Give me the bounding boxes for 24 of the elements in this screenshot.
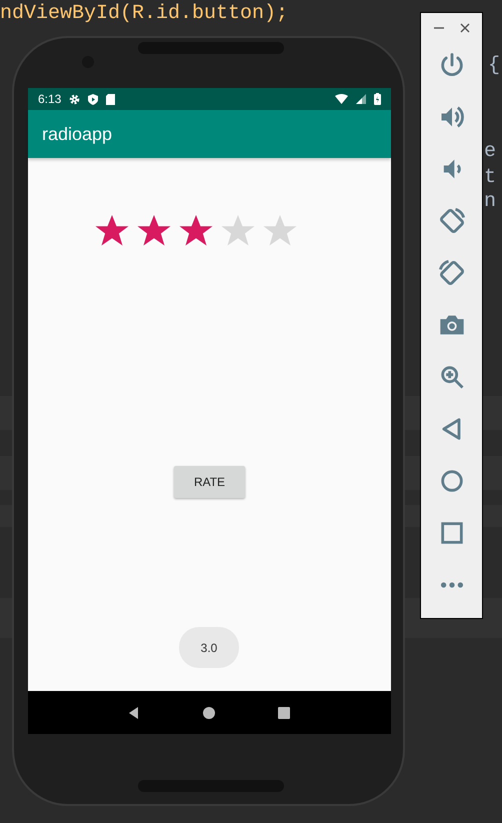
code-text: ndViewById(R.id.button);	[0, 2, 288, 26]
toast-message: 3.0	[179, 627, 239, 668]
sd-card-icon	[106, 94, 116, 104]
code-text: {	[488, 54, 500, 78]
home-icon	[202, 706, 216, 720]
overview-button[interactable]	[276, 706, 291, 720]
gear-icon	[69, 94, 80, 104]
code-text: t	[484, 166, 496, 190]
overview-icon	[276, 706, 291, 720]
wifi-icon	[335, 94, 348, 104]
app-title: radioapp	[42, 122, 112, 146]
rotate-left-icon	[438, 207, 466, 235]
shield-icon	[88, 94, 98, 104]
rotate-right-icon	[438, 259, 466, 287]
code-text: n	[484, 190, 496, 214]
status-time: 6:13	[38, 91, 62, 108]
rate-button[interactable]: RATE	[174, 466, 245, 498]
close-icon	[460, 23, 470, 33]
home-button[interactable]	[202, 706, 216, 720]
more-icon	[438, 582, 464, 588]
battery-icon	[374, 93, 381, 105]
code-text: e	[484, 140, 496, 164]
signal-icon	[356, 94, 366, 104]
close-button[interactable]	[460, 23, 470, 33]
